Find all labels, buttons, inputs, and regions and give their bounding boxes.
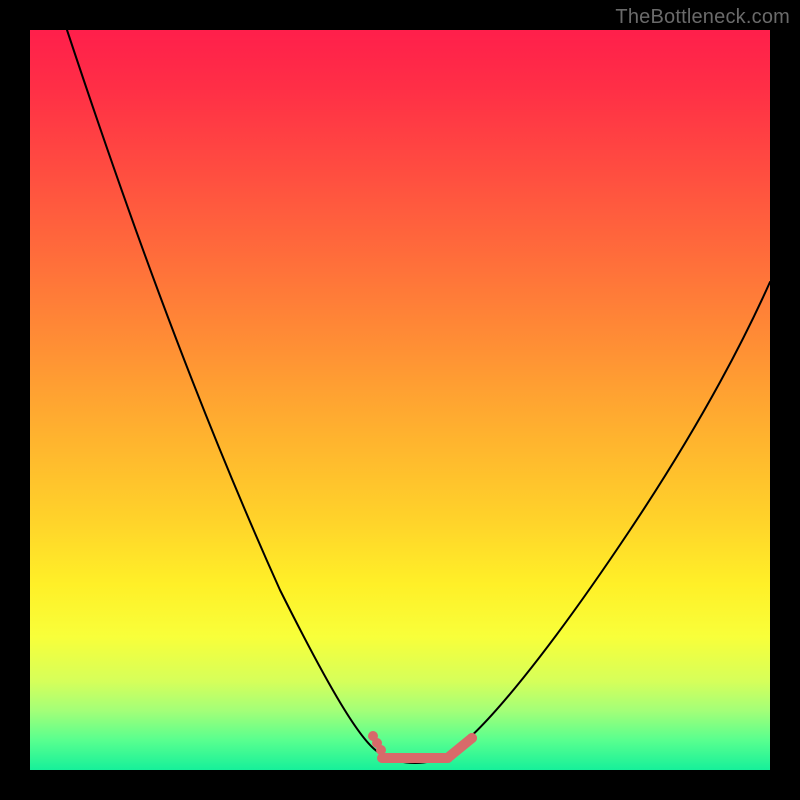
watermark-text: TheBottleneck.com xyxy=(615,6,790,29)
curve-svg xyxy=(30,30,770,770)
marker-dot xyxy=(445,751,455,761)
plot-area xyxy=(30,30,770,770)
chart-container: TheBottleneck.com xyxy=(0,0,800,800)
bottleneck-curve xyxy=(67,30,770,763)
marker-dot xyxy=(467,733,477,743)
highlight-markers xyxy=(368,731,477,761)
